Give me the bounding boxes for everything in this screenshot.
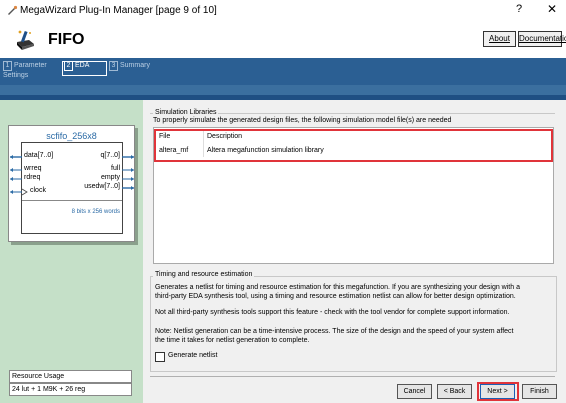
step-label: Summary <box>120 62 150 69</box>
pin-data: data[7..0] <box>24 152 54 159</box>
pin-wrreq: wrreq <box>24 165 42 172</box>
step-label: Parameter <box>14 62 47 69</box>
header-band <box>0 85 566 95</box>
window-title: MegaWizard Plug-In Manager [page 9 of 10… <box>20 5 217 16</box>
tab-parameter-settings[interactable]: 1 Parameter Settings <box>3 61 47 84</box>
bottom-separator <box>150 376 555 377</box>
app-icon <box>8 5 18 15</box>
close-icon[interactable]: ✕ <box>547 2 557 16</box>
step-label: EDA <box>75 62 90 69</box>
timing-paragraph-1: Generates a netlist for timing and resou… <box>155 284 520 291</box>
cancel-button[interactable]: Cancel <box>397 384 432 399</box>
symbol-divider <box>22 200 122 201</box>
symbol-note: 8 bits x 256 words <box>71 209 120 215</box>
pin-q: q[7..0] <box>100 152 120 159</box>
simulation-libraries-title: Simulation Libraries <box>153 109 219 116</box>
highlight-annotation <box>154 129 553 162</box>
about-button[interactable]: About <box>483 31 516 47</box>
timing-paragraph-1-line2: third-party EDA synthesis tool, using a … <box>155 293 516 300</box>
next-highlight-annotation <box>477 382 519 401</box>
step-number: 2 <box>64 61 73 71</box>
symbol-body: data[7..0] wrreq rdreq clock q[7..0] ful… <box>10 142 134 234</box>
page-title: FIFO <box>48 31 85 48</box>
help-icon[interactable]: ? <box>516 3 522 15</box>
resource-usage-label: Resource Usage <box>9 370 132 383</box>
documentation-button[interactable]: Documentation <box>518 31 566 47</box>
generate-netlist-checkbox[interactable] <box>155 352 165 362</box>
timing-paragraph-3: Note: Netlist generation can be a time-i… <box>155 328 514 335</box>
back-button[interactable]: < Back <box>437 384 472 399</box>
step-number: 1 <box>3 61 12 71</box>
symbol-name: scfifo_256x8 <box>46 131 97 141</box>
step-label-line2: Settings <box>3 72 29 79</box>
simulation-libraries-description: To properly simulate the generated desig… <box>153 117 452 124</box>
pin-rdreq: rdreq <box>24 174 41 181</box>
wizard-wand-icon <box>17 30 34 50</box>
timing-group-title: Timing and resource estimation <box>153 271 255 278</box>
step-navigation: 1 Parameter Settings 2 EDA 3 Summary <box>0 58 566 85</box>
megafunction-symbol: scfifo_256x8 data[7..0] wrreq rdreq cloc… <box>8 125 135 242</box>
pin-clock: clock <box>30 187 46 194</box>
tab-summary[interactable]: 3 Summary <box>109 61 150 84</box>
wizard-header: FIFO About Documentation <box>0 22 566 58</box>
step-number: 3 <box>109 61 118 71</box>
finish-button[interactable]: Finish <box>522 384 557 399</box>
pin-full: full <box>111 165 120 172</box>
pin-empty: empty <box>100 174 120 181</box>
timing-paragraph-2: Not all third-party synthesis tools supp… <box>155 309 510 316</box>
tab-eda[interactable]: 2 EDA <box>64 61 89 84</box>
title-bar: MegaWizard Plug-In Manager [page 9 of 10… <box>0 0 566 22</box>
resource-usage-value: 24 lut + 1 M9K + 26 reg <box>9 383 132 396</box>
pin-usedw: usedw[7..0] <box>84 183 120 190</box>
generate-netlist-label[interactable]: Generate netlist <box>168 352 217 359</box>
timing-paragraph-3-line2: the time it takes for netlist generation… <box>155 337 310 344</box>
